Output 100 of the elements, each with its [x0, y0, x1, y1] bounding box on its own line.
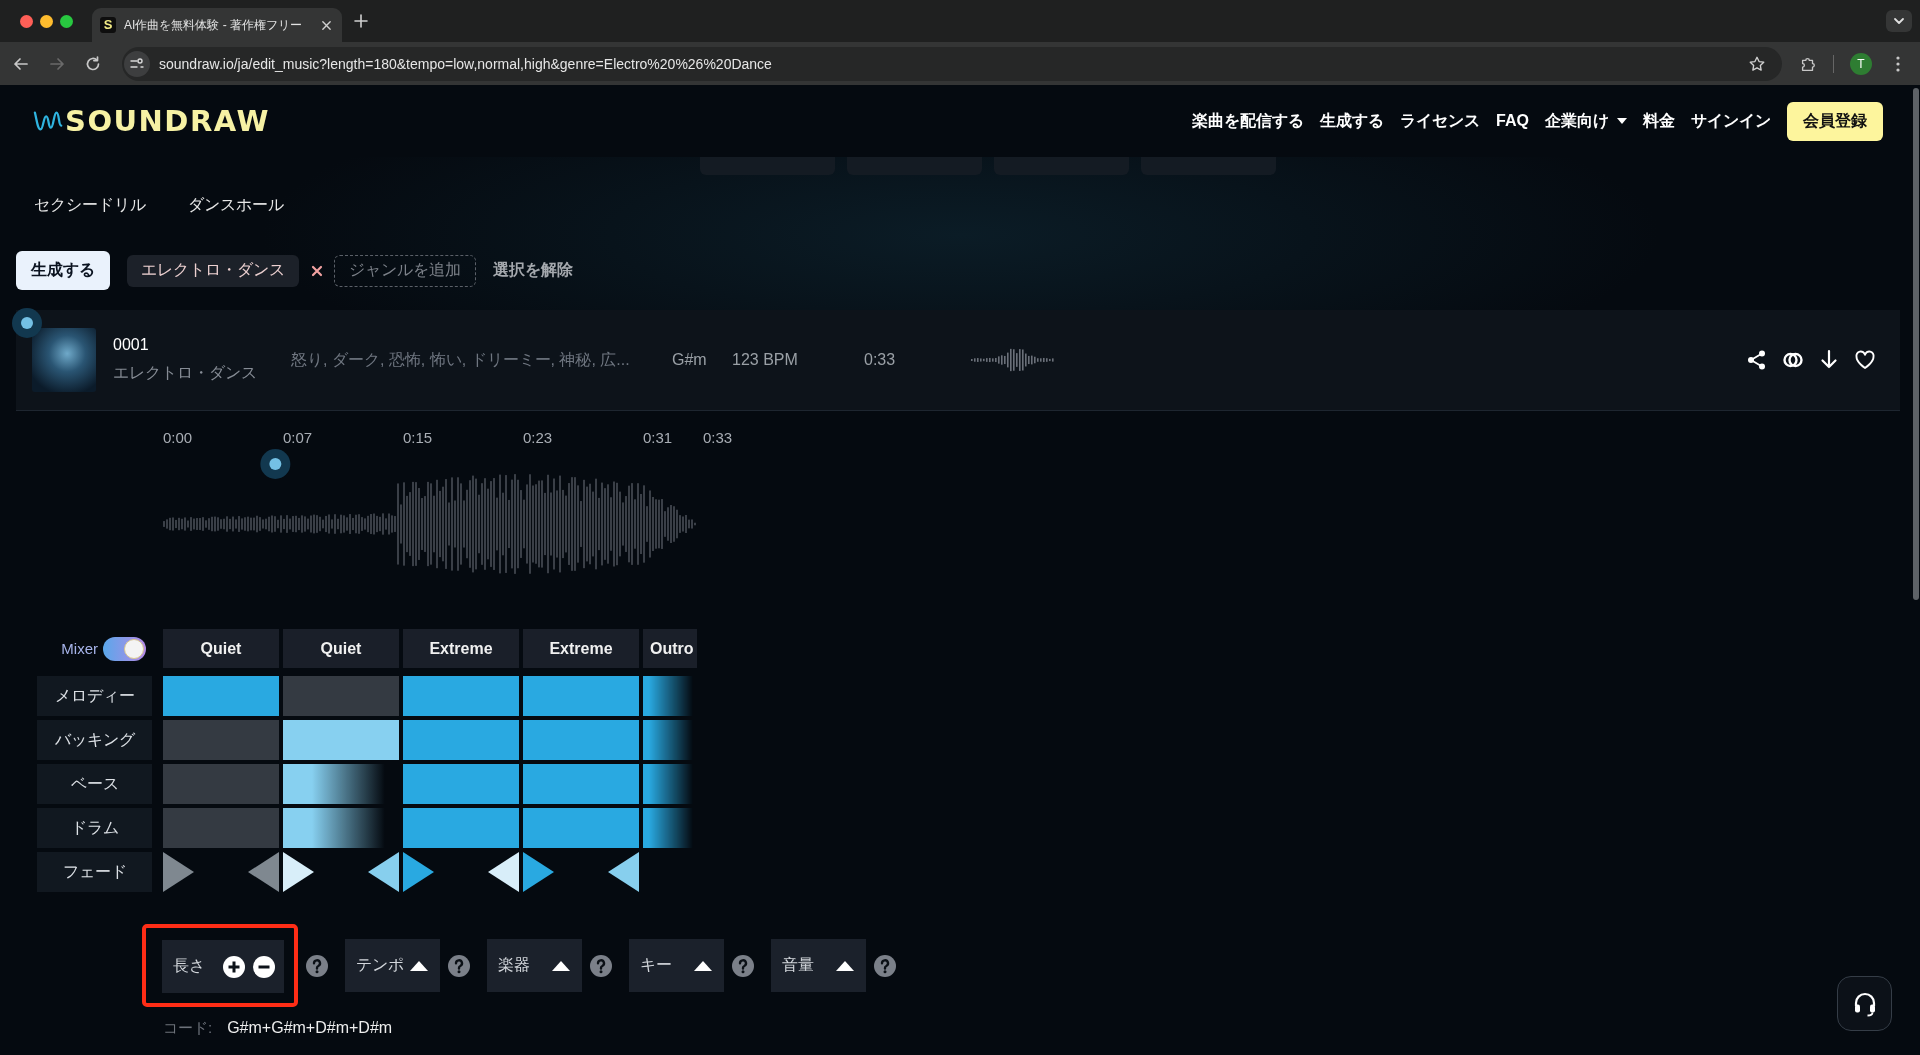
nav-link[interactable]: 楽曲を配信する [1192, 110, 1305, 132]
section-header[interactable]: Extreme [403, 629, 519, 668]
logo-link[interactable]: SOUNDRAW [33, 104, 270, 138]
plus-icon[interactable] [354, 14, 368, 28]
clear-selection-link[interactable]: 選択を解除 [493, 260, 573, 281]
left-triangle-icon[interactable] [608, 852, 639, 892]
scrollbar-thumb[interactable] [1913, 88, 1919, 600]
chevron-down-icon [1893, 17, 1905, 25]
mixer-cell[interactable] [163, 720, 279, 760]
instrument-label: メロディー [37, 676, 152, 716]
toggle-switch[interactable] [103, 636, 146, 661]
chord-value: G#m+G#m+D#m+D#m [227, 1019, 393, 1037]
up-triangle-icon [836, 960, 854, 971]
mixer-cell[interactable] [163, 764, 279, 804]
generate-button[interactable]: 生成する [16, 251, 110, 290]
chord-label: コード: [163, 1018, 213, 1038]
support-button[interactable] [1837, 976, 1892, 1031]
close-icon[interactable] [311, 264, 323, 277]
browser-tab[interactable]: S AI作曲を無料体験 - 著作権フリー [92, 8, 342, 42]
maximize-window-icon[interactable] [60, 14, 73, 28]
nav-link[interactable]: サインイン [1691, 110, 1771, 132]
up-triangle-icon [694, 960, 712, 971]
favicon: S [100, 17, 116, 33]
genre-option[interactable]: ダンスホール [188, 194, 284, 216]
star-icon[interactable] [1748, 54, 1766, 73]
genre-option[interactable]: セクシードリル [34, 194, 146, 216]
section-header[interactable]: Outro [643, 629, 697, 668]
instrument-label: ドラム [37, 808, 152, 848]
site-settings-icon[interactable] [124, 50, 150, 77]
time-label: 0:07 [283, 429, 313, 446]
mixer-cell[interactable] [523, 676, 639, 716]
genre-chip[interactable]: エレクトロ・ダンス [127, 254, 299, 287]
time-label: 0:23 [523, 429, 553, 446]
mixer-cell[interactable] [283, 676, 399, 716]
address-bar[interactable]: soundraw.io/ja/edit_music?length=180&tempo=low,normal,high&genre=Electro%20%26%20Dance [122, 46, 1782, 81]
section-header[interactable]: Quiet [163, 629, 279, 668]
close-window-icon[interactable] [20, 14, 33, 28]
download-icon[interactable] [1818, 349, 1840, 371]
instrument-label: バッキング [37, 720, 152, 760]
profile-avatar[interactable]: T [1850, 52, 1872, 75]
mixer-cell[interactable] [403, 720, 519, 760]
mixer-cell[interactable] [283, 720, 399, 760]
instrument-label: ベース [37, 764, 152, 804]
time-label: 0:33 [703, 429, 733, 446]
minimize-window-icon[interactable] [40, 14, 53, 28]
time-label: 0:31 [643, 429, 673, 446]
mixer-cell[interactable] [403, 676, 519, 716]
tab-list-button[interactable] [1886, 10, 1912, 32]
setting-button[interactable]: テンポ [345, 939, 440, 992]
wave-icon [33, 108, 65, 134]
left-triangle-icon[interactable] [368, 852, 399, 892]
add-genre-button[interactable]: ジャンルを追加 [334, 254, 476, 287]
track-key: G#m [672, 351, 732, 369]
section-header[interactable]: Quiet [283, 629, 399, 668]
help-icon[interactable] [874, 954, 896, 977]
pulse-dot-icon [12, 308, 42, 338]
setting-button[interactable]: キー [629, 939, 724, 992]
plus-circle-icon[interactable] [223, 955, 245, 978]
mixer-label: Mixer [61, 640, 98, 657]
heart-icon[interactable] [1854, 349, 1876, 371]
track-duration: 0:33 [864, 351, 897, 369]
track-tempo: 123 BPM [732, 351, 799, 369]
close-icon[interactable] [321, 19, 332, 31]
nav-dropdown[interactable]: 企業向け [1545, 110, 1627, 132]
left-triangle-icon[interactable] [488, 852, 519, 892]
mixer-cell[interactable] [523, 808, 639, 848]
nav-link[interactable]: 生成する [1320, 110, 1385, 132]
section-header[interactable]: Extreme [523, 629, 639, 668]
signup-button[interactable]: 会員登録 [1787, 101, 1883, 141]
share-icon[interactable] [1746, 349, 1768, 371]
up-triangle-icon [410, 960, 428, 971]
up-triangle-icon [552, 960, 570, 971]
playhead-icon[interactable] [260, 449, 291, 479]
mixer-cell[interactable] [163, 808, 279, 848]
more-options-icon[interactable] [1895, 54, 1901, 73]
right-triangle-icon[interactable] [283, 852, 314, 892]
help-icon[interactable] [448, 954, 470, 977]
right-triangle-icon[interactable] [403, 852, 434, 892]
help-icon[interactable] [590, 954, 612, 977]
nav-link[interactable]: 料金 [1643, 110, 1675, 132]
help-icon[interactable] [306, 954, 328, 977]
photo-placeholder [32, 328, 96, 392]
time-label: 0:00 [163, 429, 193, 446]
track-number: 0001 [113, 336, 150, 354]
fade-label: フェード [37, 852, 152, 892]
reload-icon[interactable] [84, 54, 102, 73]
setting-label: 長さ [173, 956, 205, 976]
help-icon[interactable] [732, 954, 754, 977]
mixer-cell[interactable] [523, 764, 639, 804]
nav-link[interactable]: FAQ [1496, 112, 1529, 130]
nav-link[interactable]: ライセンス [1400, 110, 1481, 132]
right-triangle-icon[interactable] [523, 852, 554, 892]
mixer-cell[interactable] [163, 676, 279, 716]
track-genre: エレクトロ・ダンス [113, 363, 258, 383]
mixer-cell[interactable] [403, 808, 519, 848]
mixer-cell[interactable] [523, 720, 639, 760]
minus-circle-icon[interactable] [253, 955, 275, 978]
setting-button[interactable]: 音量 [771, 939, 866, 992]
mixer-cell[interactable] [403, 764, 519, 804]
setting-button[interactable]: 楽器 [487, 939, 582, 992]
